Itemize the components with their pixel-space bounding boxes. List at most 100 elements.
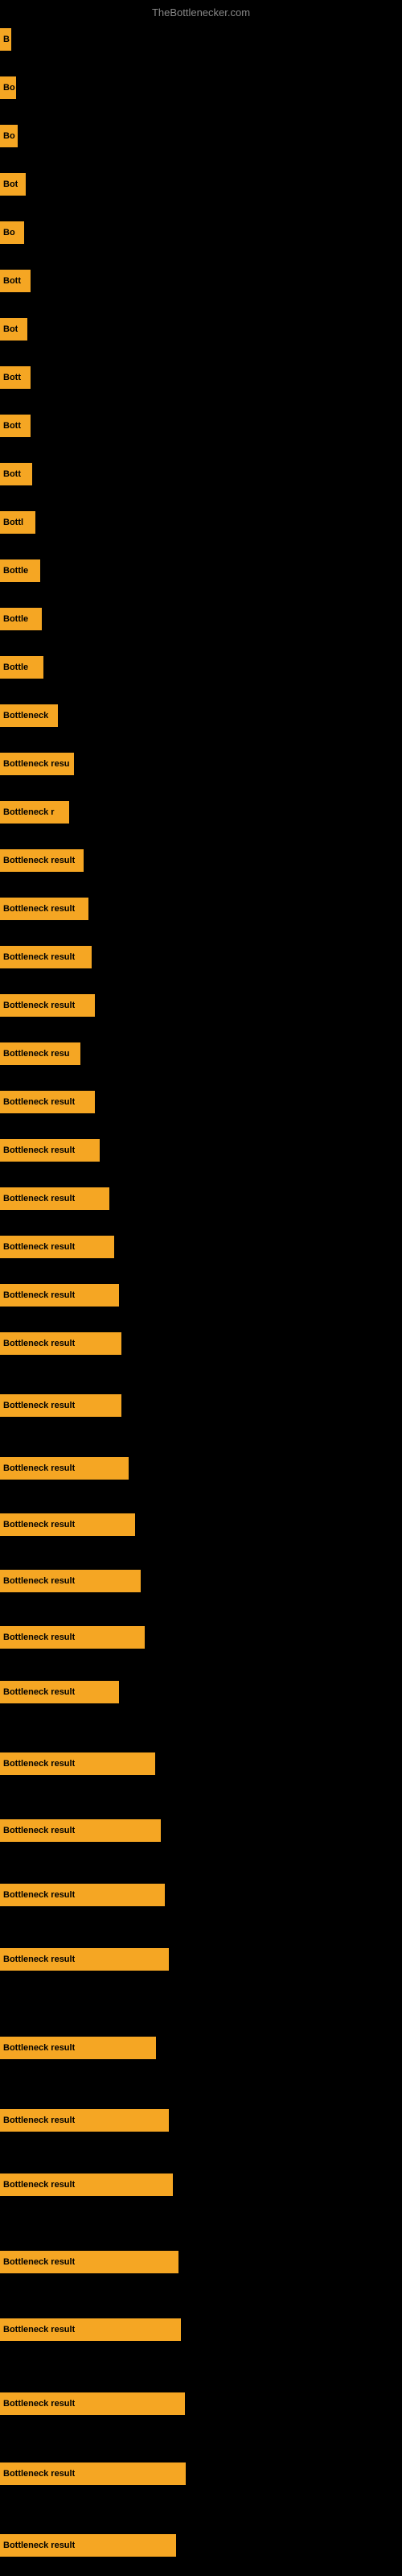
bar-3: Bo	[0, 125, 18, 147]
bar-label-22: Bottleneck resu	[3, 1049, 70, 1059]
bar-42: Bottleneck result	[0, 2251, 178, 2273]
bar-label-44: Bottleneck result	[3, 2399, 75, 2409]
bar-33: Bottleneck result	[0, 1626, 145, 1649]
bar-34: Bottleneck result	[0, 1681, 119, 1703]
bar-container-8: Bott	[0, 366, 31, 389]
bar-label-42: Bottleneck result	[3, 2257, 75, 2267]
bar-26: Bottleneck result	[0, 1236, 114, 1258]
bar-label-17: Bottleneck r	[3, 807, 55, 817]
bar-container-40: Bottleneck result	[0, 2109, 169, 2132]
bar-22: Bottleneck resu	[0, 1042, 80, 1065]
bar-label-26: Bottleneck result	[3, 1242, 75, 1252]
bar-39: Bottleneck result	[0, 2037, 156, 2059]
bar-container-15: Bottleneck	[0, 704, 58, 727]
bar-container-36: Bottleneck result	[0, 1819, 161, 1842]
bar-41: Bottleneck result	[0, 2174, 173, 2196]
bar-label-41: Bottleneck result	[3, 2180, 75, 2190]
bar-label-30: Bottleneck result	[3, 1463, 75, 1473]
bar-container-43: Bottleneck result	[0, 2318, 181, 2341]
bar-container-9: Bott	[0, 415, 31, 437]
bar-label-14: Bottle	[3, 663, 28, 672]
bar-container-2: Bo	[0, 76, 16, 99]
bar-label-45: Bottleneck result	[3, 2469, 75, 2479]
bar-container-22: Bottleneck resu	[0, 1042, 80, 1065]
bar-container-27: Bottleneck result	[0, 1284, 119, 1307]
bar-container-6: Bott	[0, 270, 31, 292]
bar-container-34: Bottleneck result	[0, 1681, 119, 1703]
bar-10: Bott	[0, 463, 32, 485]
bar-container-5: Bo	[0, 221, 24, 244]
bar-32: Bottleneck result	[0, 1570, 141, 1592]
bar-45: Bottleneck result	[0, 2462, 186, 2485]
bar-label-11: Bottl	[3, 518, 23, 527]
bar-15: Bottleneck	[0, 704, 58, 727]
bar-container-3: Bo	[0, 125, 18, 147]
bar-label-46: Bottleneck result	[3, 2541, 75, 2550]
bar-23: Bottleneck result	[0, 1091, 95, 1113]
bar-24: Bottleneck result	[0, 1139, 100, 1162]
bar-container-26: Bottleneck result	[0, 1236, 114, 1258]
bar-container-32: Bottleneck result	[0, 1570, 141, 1592]
bar-container-21: Bottleneck result	[0, 994, 95, 1017]
bar-container-20: Bottleneck result	[0, 946, 92, 968]
bar-container-44: Bottleneck result	[0, 2392, 185, 2415]
bar-container-35: Bottleneck result	[0, 1752, 155, 1775]
bar-container-46: Bottleneck result	[0, 2534, 176, 2557]
bar-13: Bottle	[0, 608, 42, 630]
bar-container-14: Bottle	[0, 656, 43, 679]
bar-31: Bottleneck result	[0, 1513, 135, 1536]
bar-label-15: Bottleneck	[3, 711, 48, 720]
bar-7: Bot	[0, 318, 27, 341]
bar-container-41: Bottleneck result	[0, 2174, 173, 2196]
bar-44: Bottleneck result	[0, 2392, 185, 2415]
bar-37: Bottleneck result	[0, 1884, 165, 1906]
bar-label-24: Bottleneck result	[3, 1146, 75, 1155]
bar-35: Bottleneck result	[0, 1752, 155, 1775]
bar-label-18: Bottleneck result	[3, 856, 75, 865]
bar-6: Bott	[0, 270, 31, 292]
bar-25: Bottleneck result	[0, 1187, 109, 1210]
bar-label-43: Bottleneck result	[3, 2325, 75, 2334]
bar-container-33: Bottleneck result	[0, 1626, 145, 1649]
bar-container-39: Bottleneck result	[0, 2037, 156, 2059]
bar-2: Bo	[0, 76, 16, 99]
bar-container-28: Bottleneck result	[0, 1332, 121, 1355]
bar-label-35: Bottleneck result	[3, 1759, 75, 1769]
bar-label-16: Bottleneck resu	[3, 759, 70, 769]
bar-20: Bottleneck result	[0, 946, 92, 968]
bar-container-37: Bottleneck result	[0, 1884, 165, 1906]
bar-4: Bot	[0, 173, 26, 196]
bar-label-6: Bott	[3, 276, 21, 286]
site-title: TheBottlenecker.com	[152, 6, 250, 19]
bar-label-34: Bottleneck result	[3, 1687, 75, 1697]
bar-17: Bottleneck r	[0, 801, 69, 824]
bar-container-18: Bottleneck result	[0, 849, 84, 872]
bar-container-23: Bottleneck result	[0, 1091, 95, 1113]
bar-label-25: Bottleneck result	[3, 1194, 75, 1203]
bar-46: Bottleneck result	[0, 2534, 176, 2557]
bar-label-31: Bottleneck result	[3, 1520, 75, 1530]
bar-1: B	[0, 28, 11, 51]
bar-container-19: Bottleneck result	[0, 898, 88, 920]
bar-container-42: Bottleneck result	[0, 2251, 178, 2273]
bar-14: Bottle	[0, 656, 43, 679]
bar-label-2: Bo	[3, 83, 15, 93]
bar-label-29: Bottleneck result	[3, 1401, 75, 1410]
bar-label-13: Bottle	[3, 614, 28, 624]
bar-30: Bottleneck result	[0, 1457, 129, 1480]
bar-label-37: Bottleneck result	[3, 1890, 75, 1900]
bar-label-32: Bottleneck result	[3, 1576, 75, 1586]
bar-label-12: Bottle	[3, 566, 28, 576]
bar-19: Bottleneck result	[0, 898, 88, 920]
bar-container-29: Bottleneck result	[0, 1394, 121, 1417]
bar-container-25: Bottleneck result	[0, 1187, 109, 1210]
bar-21: Bottleneck result	[0, 994, 95, 1017]
bar-label-40: Bottleneck result	[3, 2116, 75, 2125]
bar-36: Bottleneck result	[0, 1819, 161, 1842]
bar-label-39: Bottleneck result	[3, 2043, 75, 2053]
bar-container-13: Bottle	[0, 608, 42, 630]
bar-label-4: Bot	[3, 180, 18, 189]
bar-container-7: Bot	[0, 318, 27, 341]
bar-container-11: Bottl	[0, 511, 35, 534]
bar-11: Bottl	[0, 511, 35, 534]
